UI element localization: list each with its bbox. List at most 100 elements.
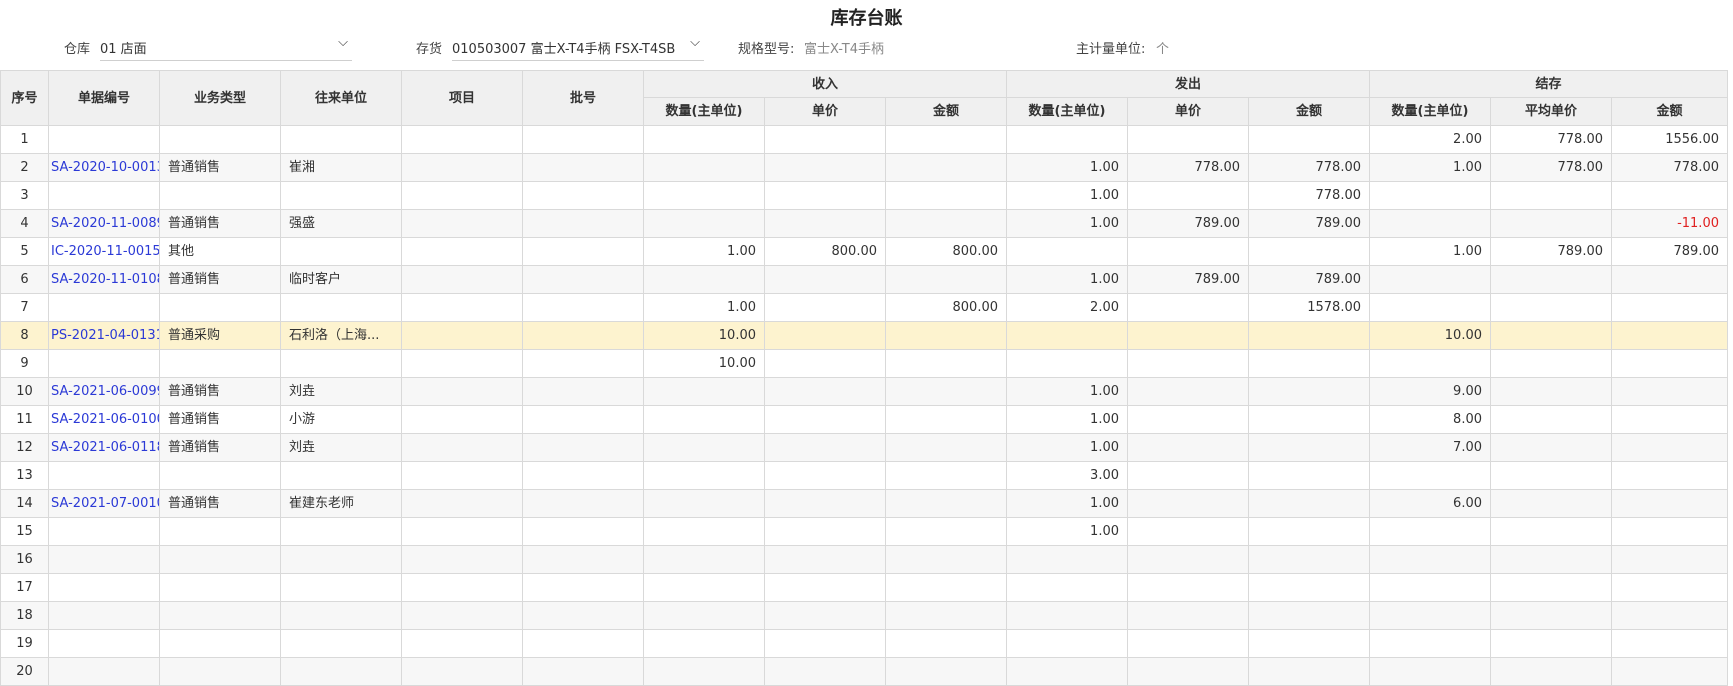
- header-income-qty: 数量(主单位): [644, 98, 765, 126]
- table-row[interactable]: 12 SA-2021-06-0118 普通销售 刘垚 1.00 7.00: [0, 434, 1728, 462]
- cell-in-amt: 800.00: [886, 294, 1007, 322]
- doc-number-link[interactable]: SA-2021-06-0099: [49, 378, 160, 406]
- doc-number-link[interactable]: [49, 350, 160, 378]
- doc-number-link[interactable]: SA-2021-06-0118: [49, 434, 160, 462]
- cell-in-amt: [886, 518, 1007, 546]
- project-cell: [402, 602, 523, 630]
- cell-in-price: [765, 630, 886, 658]
- cell-out-price: [1128, 238, 1249, 266]
- biz-type: [160, 518, 281, 546]
- cell-out-qty: 3.00: [1007, 462, 1128, 490]
- table-row[interactable]: 5 IC-2020-11-0015 其他 1.00 800.00 800.00 1.00 78…: [0, 238, 1728, 266]
- cell-out-amt: [1249, 490, 1370, 518]
- doc-number-link[interactable]: SA-2021-06-0100: [49, 406, 160, 434]
- doc-number-link[interactable]: [49, 518, 160, 546]
- table-row[interactable]: 7 1.00 800.00 2.00 1578.00: [0, 294, 1728, 322]
- header-income: 收入: [644, 70, 1007, 98]
- cell-bal-qty: 1.00: [1370, 154, 1491, 182]
- cell-out-price: 789.00: [1128, 266, 1249, 294]
- biz-type: [160, 462, 281, 490]
- doc-number-link[interactable]: [49, 602, 160, 630]
- cell-out-price: [1128, 518, 1249, 546]
- table-row[interactable]: 11 SA-2021-06-0100 普通销售 小游 1.00 8.00: [0, 406, 1728, 434]
- table-row[interactable]: 10 SA-2021-06-0099 普通销售 刘垚 1.00 9.00: [0, 378, 1728, 406]
- biz-type: [160, 182, 281, 210]
- project-cell: [402, 462, 523, 490]
- cell-in-price: 800.00: [765, 238, 886, 266]
- table-row[interactable]: 3 1.00 778.00: [0, 182, 1728, 210]
- table-row[interactable]: 19: [0, 630, 1728, 658]
- biz-type: [160, 658, 281, 686]
- doc-number-link[interactable]: [49, 182, 160, 210]
- cell-in-price: [765, 546, 886, 574]
- partner-name: 石利洛（上海...: [281, 322, 402, 350]
- partner-name: [281, 294, 402, 322]
- doc-number-link[interactable]: SA-2020-11-0108: [49, 266, 160, 294]
- table-row[interactable]: 8 PS-2021-04-0131 普通采购 石利洛（上海... 10.00 10.00: [0, 322, 1728, 350]
- doc-number-link[interactable]: SA-2020-10-0013: [49, 154, 160, 182]
- cell-out-qty: 1.00: [1007, 182, 1128, 210]
- table-row[interactable]: 16: [0, 546, 1728, 574]
- cell-in-qty: [644, 490, 765, 518]
- cell-out-amt: [1249, 518, 1370, 546]
- cell-out-amt: [1249, 630, 1370, 658]
- cell-in-qty: [644, 182, 765, 210]
- doc-number-link[interactable]: [49, 574, 160, 602]
- doc-number-link[interactable]: [49, 294, 160, 322]
- cell-in-price: [765, 266, 886, 294]
- header-batch: 批号: [523, 70, 644, 126]
- doc-number-link[interactable]: SA-2021-07-0010: [49, 490, 160, 518]
- biz-type: 普通销售: [160, 434, 281, 462]
- batch-cell: [523, 574, 644, 602]
- partner-name: [281, 182, 402, 210]
- table-row[interactable]: 14 SA-2021-07-0010 普通销售 崔建东老师 1.00 6.00: [0, 490, 1728, 518]
- batch-cell: [523, 378, 644, 406]
- cell-in-qty: 1.00: [644, 294, 765, 322]
- table-row[interactable]: 18: [0, 602, 1728, 630]
- doc-number-link[interactable]: [49, 658, 160, 686]
- table-row[interactable]: 20: [0, 658, 1728, 686]
- batch-cell: [523, 490, 644, 518]
- cell-out-amt: [1249, 126, 1370, 154]
- cell-in-qty: [644, 546, 765, 574]
- doc-number-link[interactable]: [49, 462, 160, 490]
- cell-bal-amt: [1612, 518, 1728, 546]
- filter-bar: 仓库 01 店面 ⌵ 存货 010503007 富士X-T4手柄 FSX-T4S…: [0, 35, 1733, 64]
- stock-select[interactable]: 010503007 富士X-T4手柄 FSX-T4SB ⌵: [452, 35, 704, 61]
- doc-number-link[interactable]: PS-2021-04-0131: [49, 322, 160, 350]
- doc-number-link[interactable]: IC-2020-11-0015: [49, 238, 160, 266]
- warehouse-select[interactable]: 01 店面 ⌵: [100, 35, 352, 61]
- table-row[interactable]: 15 1.00: [0, 518, 1728, 546]
- header-project: 项目: [402, 70, 523, 126]
- table-row[interactable]: 1 2.00 778.00 1556.00: [0, 126, 1728, 154]
- cell-out-qty: [1007, 126, 1128, 154]
- table-row[interactable]: 13 3.00: [0, 462, 1728, 490]
- table-row[interactable]: 6 SA-2020-11-0108 普通销售 临时客户 1.00 789.00 789.00: [0, 266, 1728, 294]
- project-cell: [402, 546, 523, 574]
- table-row[interactable]: 9 10.00: [0, 350, 1728, 378]
- doc-number-link[interactable]: [49, 630, 160, 658]
- table-row[interactable]: 2 SA-2020-10-0013 普通销售 崔湘 1.00 778.00 778.00 1.…: [0, 154, 1728, 182]
- doc-number-link[interactable]: [49, 126, 160, 154]
- warehouse-select-value: 01 店面: [100, 42, 147, 57]
- cell-bal-amt: [1612, 602, 1728, 630]
- doc-number-link[interactable]: [49, 546, 160, 574]
- cell-bal-qty: [1370, 210, 1491, 238]
- cell-in-price: [765, 294, 886, 322]
- doc-number-link[interactable]: SA-2020-11-0089: [49, 210, 160, 238]
- cell-bal-price: [1491, 294, 1612, 322]
- chevron-down-icon: ⌵: [338, 35, 348, 50]
- table-row[interactable]: 4 SA-2020-11-0089 普通销售 强盛 1.00 789.00 789.00 -1…: [0, 210, 1728, 238]
- stock-label: 存货: [416, 42, 443, 57]
- cell-in-qty: [644, 462, 765, 490]
- cell-in-price: [765, 322, 886, 350]
- table-row[interactable]: 17: [0, 574, 1728, 602]
- cell-bal-amt: [1612, 378, 1728, 406]
- project-cell: [402, 630, 523, 658]
- project-cell: [402, 266, 523, 294]
- batch-cell: [523, 658, 644, 686]
- cell-in-qty: [644, 434, 765, 462]
- batch-cell: [523, 182, 644, 210]
- cell-out-price: [1128, 294, 1249, 322]
- cell-in-amt: [886, 602, 1007, 630]
